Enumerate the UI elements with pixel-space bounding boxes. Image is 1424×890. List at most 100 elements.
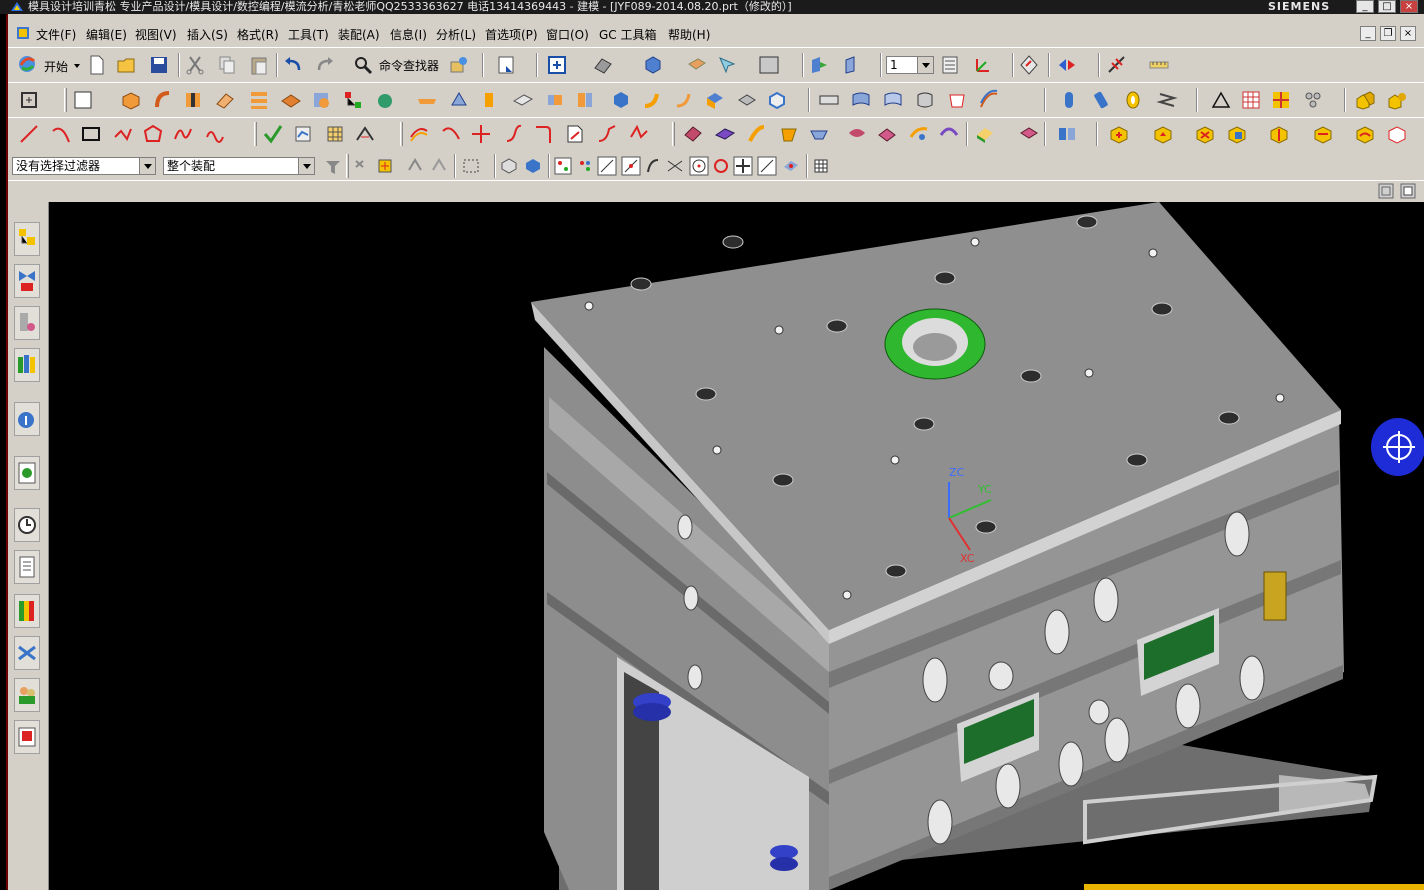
wave-geometry-linker-icon[interactable] xyxy=(1354,123,1376,145)
start-dropdown-icon[interactable] xyxy=(74,64,80,68)
resize-face-icon[interactable] xyxy=(882,89,904,111)
selection-scope-combo[interactable]: 整个装配 xyxy=(163,157,315,175)
menu-tools[interactable]: 工具(T) xyxy=(288,26,329,43)
menu-format[interactable]: 格式(R) xyxy=(237,26,279,43)
reset-filter-icon[interactable] xyxy=(322,155,344,177)
menu-preferences[interactable]: 首选项(P) xyxy=(485,26,538,43)
general-selection-filter-icon[interactable] xyxy=(352,155,374,177)
offset-face-icon[interactable] xyxy=(448,89,470,111)
cone-icon[interactable] xyxy=(672,89,694,111)
view-triad-navigator[interactable] xyxy=(1371,418,1424,476)
fit-view-icon[interactable] xyxy=(546,54,568,76)
measure-distance-icon[interactable] xyxy=(1106,54,1128,76)
resource-tab-hd3d-tools[interactable] xyxy=(14,402,40,436)
doc-restore-button[interactable]: ❐ xyxy=(1380,26,1396,41)
component-select-icon[interactable] xyxy=(498,155,520,177)
extract-curve-icon[interactable] xyxy=(628,123,650,145)
pattern-circle-icon[interactable] xyxy=(1302,89,1324,111)
resource-tab-process-studio[interactable] xyxy=(14,594,40,628)
command-finder-label[interactable]: 命令查找器 xyxy=(379,57,439,74)
mid-point-icon[interactable] xyxy=(620,155,642,177)
component-array-icon[interactable] xyxy=(1194,123,1216,145)
clip-section-icon[interactable] xyxy=(842,54,864,76)
move-face-icon[interactable] xyxy=(850,89,872,111)
resource-tab-constraint-navigator[interactable] xyxy=(14,264,40,298)
spring-icon[interactable] xyxy=(1156,89,1178,111)
split-body-icon[interactable] xyxy=(544,89,566,111)
ring-icon[interactable] xyxy=(1122,89,1144,111)
thread-icon[interactable] xyxy=(1090,89,1112,111)
edit-section-icon[interactable] xyxy=(808,54,830,76)
menu-file[interactable]: 文件(F) xyxy=(36,26,76,43)
new-file-icon[interactable] xyxy=(86,54,108,76)
arc-icon[interactable] xyxy=(50,123,72,145)
existing-point-icon[interactable] xyxy=(732,155,754,177)
quadrant-point-icon[interactable] xyxy=(710,155,732,177)
line-icon[interactable] xyxy=(18,123,40,145)
start-icon[interactable] xyxy=(16,53,38,75)
resource-tab-reuse-library[interactable] xyxy=(14,348,40,382)
draft-icon[interactable] xyxy=(480,89,502,111)
menu-insert[interactable]: 插入(S) xyxy=(187,26,228,43)
command-finder-icon[interactable] xyxy=(352,54,374,76)
menu-view[interactable]: 视图(V) xyxy=(135,26,177,43)
copy-icon[interactable] xyxy=(216,54,238,76)
offset-region-icon[interactable] xyxy=(914,89,936,111)
shell-icon[interactable] xyxy=(374,89,396,111)
resource-tab-part-navigator[interactable] xyxy=(14,306,40,340)
menu-gc-toolbox[interactable]: GC 工具箱 xyxy=(599,26,657,43)
grid-analysis-icon[interactable] xyxy=(324,123,346,145)
datum-csys-icon[interactable] xyxy=(18,89,40,111)
intersect-curve-icon[interactable] xyxy=(596,123,618,145)
control-point-icon[interactable] xyxy=(642,155,664,177)
chevron-down-icon[interactable] xyxy=(917,57,933,73)
resource-tab-web-browser[interactable] xyxy=(14,456,40,490)
measure-length-icon[interactable] xyxy=(1148,54,1170,76)
snap-enable-icon[interactable] xyxy=(552,155,574,177)
touch-mode-icon[interactable] xyxy=(448,54,470,76)
point-icon[interactable] xyxy=(342,89,364,111)
block-icon[interactable] xyxy=(610,89,632,111)
sphere-icon[interactable] xyxy=(704,89,726,111)
polyline-icon[interactable] xyxy=(112,123,134,145)
section-analysis-icon[interactable] xyxy=(354,123,376,145)
create-component-icon[interactable] xyxy=(1152,123,1174,145)
menu-help[interactable]: 帮助(H) xyxy=(668,26,710,43)
spline-icon[interactable] xyxy=(172,123,194,145)
helix-icon[interactable] xyxy=(204,123,226,145)
through-curve-mesh-icon[interactable] xyxy=(714,123,736,145)
revolve-icon[interactable] xyxy=(152,89,174,111)
variable-blend-icon[interactable] xyxy=(978,89,1000,111)
graphics-window[interactable]: ZC YC XC xyxy=(49,202,1424,890)
extrude-icon[interactable] xyxy=(120,89,142,111)
select-face-icon[interactable] xyxy=(404,155,426,177)
toolbar-grip[interactable] xyxy=(64,88,67,112)
resource-tab-system-materials[interactable] xyxy=(14,550,40,584)
emboss-icon[interactable] xyxy=(416,89,438,111)
move-object-icon[interactable] xyxy=(1018,54,1040,76)
menu-assembly[interactable]: 装配(A) xyxy=(338,26,380,43)
delete-face-icon[interactable] xyxy=(946,89,968,111)
point-on-curve-icon[interactable] xyxy=(756,155,778,177)
triangle-icon[interactable] xyxy=(1210,89,1232,111)
sketch-icon[interactable] xyxy=(72,89,94,111)
curve-analysis-icon[interactable] xyxy=(292,123,314,145)
face-analysis-icon[interactable] xyxy=(974,123,996,145)
arc-center-icon[interactable] xyxy=(688,155,710,177)
divide-curve-icon[interactable] xyxy=(502,123,524,145)
menu-information[interactable]: 信息(I) xyxy=(390,26,427,43)
i-form-icon[interactable] xyxy=(938,123,960,145)
hole-icon[interactable] xyxy=(182,89,204,111)
snap-view-icon[interactable] xyxy=(1056,54,1078,76)
x-form-icon[interactable] xyxy=(908,123,930,145)
type-filter-combo[interactable]: 没有选择过滤器 xyxy=(12,157,156,175)
move-component-icon[interactable] xyxy=(1268,123,1290,145)
cylinder-icon[interactable] xyxy=(640,89,662,111)
document-menu-icon[interactable] xyxy=(16,26,30,40)
open-folder-icon[interactable] xyxy=(116,54,138,76)
restore-layout-icon[interactable] xyxy=(1400,183,1416,199)
chevron-down-icon[interactable] xyxy=(298,158,314,174)
save-icon[interactable] xyxy=(148,54,170,76)
resource-tab-manufacturing-wizards[interactable] xyxy=(14,636,40,670)
layer-manager-icon[interactable] xyxy=(940,54,962,76)
